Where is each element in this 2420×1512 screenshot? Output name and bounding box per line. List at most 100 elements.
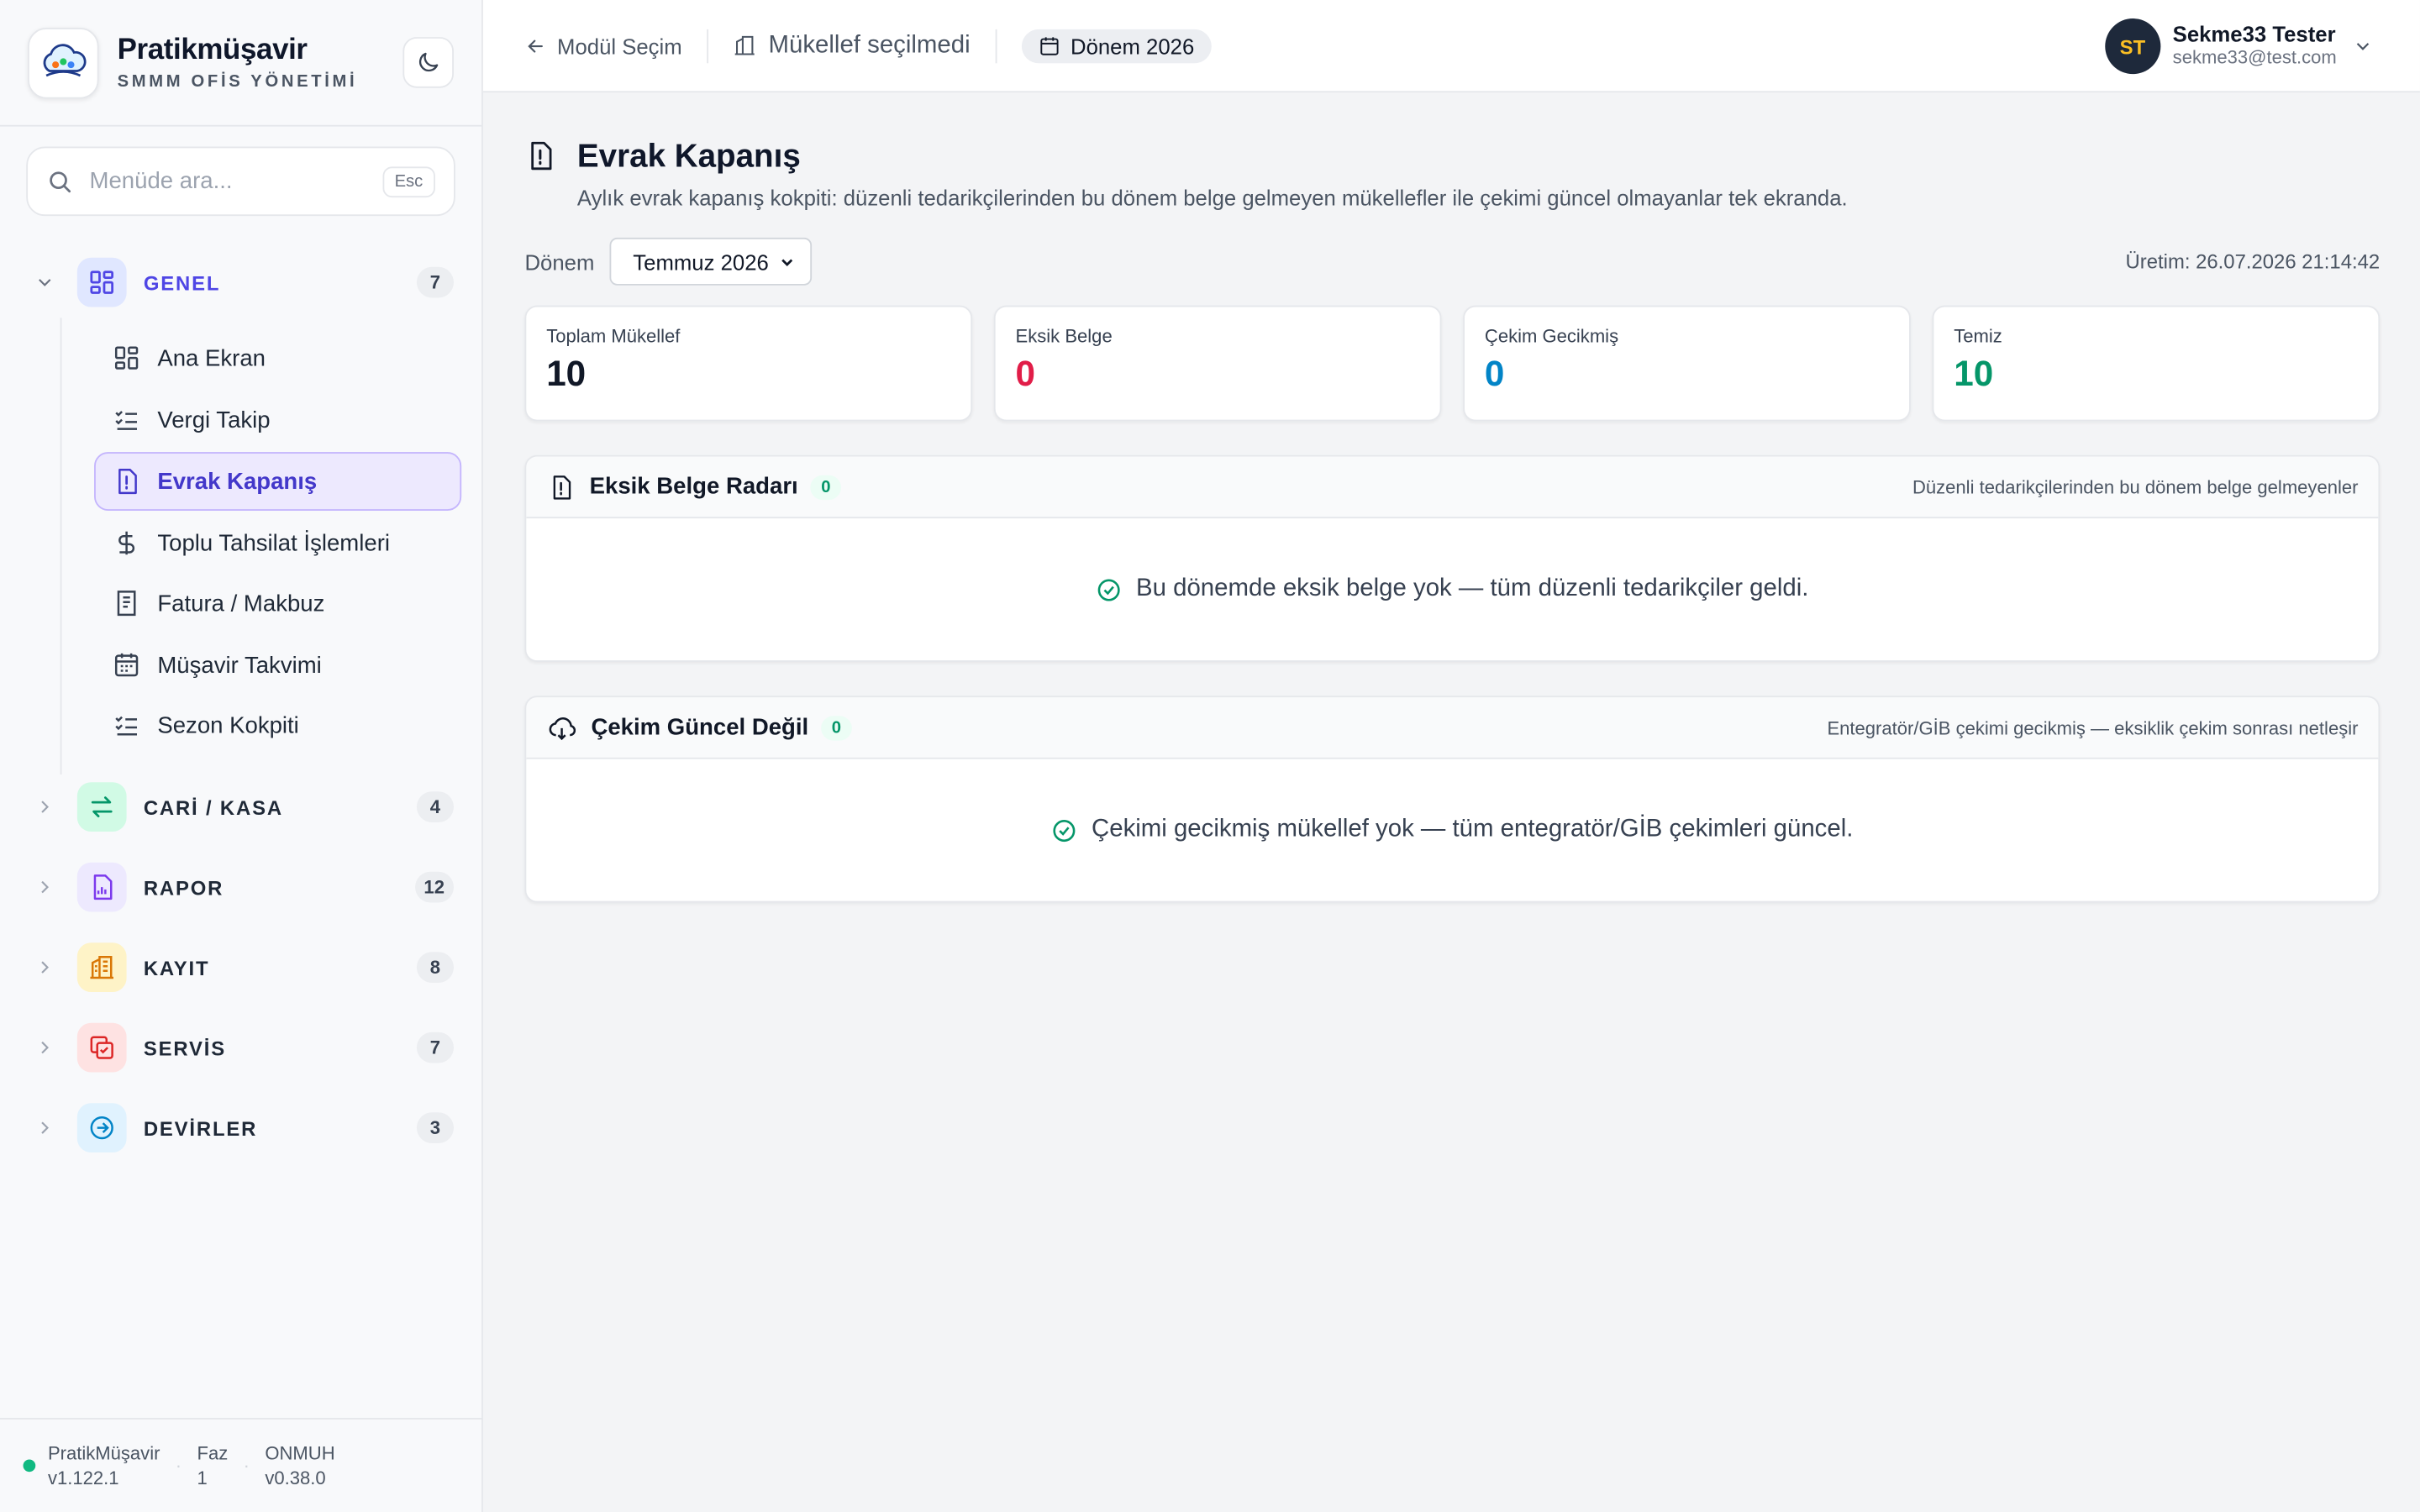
- period-select-value: Temmuz 2026: [633, 249, 769, 275]
- period-select[interactable]: Temmuz 2026: [609, 237, 813, 286]
- stat-card-missing: Eksik Belge 0: [993, 305, 1442, 422]
- sidebar-item-sezon-kokpiti[interactable]: Sezon Kokpiti: [94, 696, 461, 754]
- checklist-icon: [115, 411, 138, 430]
- sidebar-group-count: 7: [416, 1032, 454, 1063]
- sidebar-footer: PratikMüşavir v1.122.1 · Faz 1 · ONMUH v…: [0, 1417, 483, 1512]
- sidebar-group-label: SERVİS: [143, 1036, 226, 1059]
- panel-empty-state: Çekimi gecikmiş mükellef yok — tüm enteg…: [526, 759, 2378, 901]
- sidebar-group-count: 12: [414, 871, 454, 903]
- back-to-modules-link[interactable]: Modül Seçim: [524, 33, 682, 58]
- sidebar-item-label: Evrak Kapanış: [157, 468, 318, 495]
- panel-title: Çekim Güncel Değil: [591, 714, 809, 741]
- sidebar-item-fatura-makbuz[interactable]: Fatura / Makbuz: [94, 574, 461, 633]
- grid-icon: [114, 346, 139, 370]
- count-badge: 0: [810, 474, 842, 500]
- panel-note: Entegratör/GİB çekimi gecikmiş — eksikli…: [1827, 717, 2359, 738]
- sidebar-group-label: CARİ / KASA: [143, 795, 283, 819]
- pull-status-panel: Çekim Güncel Değil 0 Entegratör/GİB çeki…: [524, 696, 2381, 903]
- stat-value: 0: [1484, 353, 1505, 394]
- sidebar-group-genel[interactable]: GENEL 7: [28, 251, 454, 312]
- sidebar-item-label: Toplu Tahsilat İşlemleri: [157, 529, 390, 557]
- sidebar-group-rapor[interactable]: RAPOR 12: [28, 856, 454, 917]
- avatar: ST: [2104, 18, 2160, 75]
- chevron-right-icon: [41, 961, 49, 974]
- sidebar-item-label: Müşavir Takvimi: [157, 652, 322, 679]
- sidebar-group-count: 8: [416, 952, 454, 983]
- report-icon: [76, 862, 127, 912]
- stat-card-clean: Temiz 10: [1932, 305, 2381, 422]
- tree-line: [60, 318, 62, 775]
- sidebar-item-label: Fatura / Makbuz: [157, 590, 325, 617]
- sidebar-group-count: 3: [416, 1112, 454, 1143]
- period-filter-label: Dönem: [524, 249, 595, 275]
- calendar-icon: [114, 653, 139, 677]
- chevron-down-icon: [2356, 43, 2370, 50]
- panel-note: Düzenli tedarikçilerinden bu dönem belge…: [1912, 475, 2359, 498]
- file-alert-icon: [553, 475, 571, 499]
- sidebar-item-musavir-takvimi[interactable]: Müşavir Takvimi: [94, 636, 461, 695]
- count-badge: 0: [820, 715, 852, 740]
- stat-value: 10: [546, 353, 587, 394]
- stats-row: Toplam Mükellef 10 Eksik Belge 0 Çekim G…: [524, 305, 2381, 422]
- sidebar-item-label: Ana Ekran: [157, 344, 266, 371]
- stat-card-delayed: Çekim Gecikmiş 0: [1463, 305, 1911, 422]
- panel-empty-state: Bu dönemde eksik belge yok — tüm düzenli…: [526, 518, 2378, 660]
- calendar-icon: [1039, 36, 1058, 55]
- building-icon: [76, 942, 127, 992]
- brand-header: Pratikmüşavir SMMM OFİS YÖNETİMİ: [0, 0, 482, 127]
- phase-label: Faz: [197, 1442, 229, 1465]
- sidebar-item-ana-ekran[interactable]: Ana Ekran: [94, 328, 461, 387]
- cloud-people-icon: [43, 43, 87, 76]
- stat-title: Temiz: [1954, 325, 2002, 348]
- stat-title: Çekim Gecikmiş: [1484, 325, 1619, 348]
- sidebar-item-evrak-kapanis[interactable]: Evrak Kapanış: [94, 452, 462, 511]
- copy-check-icon: [76, 1022, 127, 1073]
- sidebar-group-cari-kasa[interactable]: CARİ / KASA 4: [28, 776, 454, 837]
- theme-toggle-button[interactable]: [402, 37, 454, 88]
- sidebar-group-count: 7: [416, 266, 454, 298]
- brand-logo[interactable]: [28, 27, 99, 98]
- app-version: v1.122.1: [47, 1467, 119, 1489]
- page-title: Evrak Kapanış: [576, 139, 801, 175]
- sidebar-item-label: Vergi Takip: [157, 406, 271, 433]
- user-menu[interactable]: ST Sekme33 Tester sekme33@test.com: [2104, 18, 2374, 75]
- sidebar: Pratikmüşavir SMMM OFİS YÖNETİMİ Menüde …: [0, 0, 483, 1512]
- page-content: Evrak Kapanış Aylık evrak kapanış kokpit…: [524, 92, 2381, 903]
- user-email: sekme33@test.com: [2172, 46, 2337, 68]
- period-pill[interactable]: Dönem 2026: [1021, 28, 1212, 63]
- stat-value: 10: [1954, 353, 1994, 394]
- chevron-right-icon: [41, 880, 49, 894]
- building-icon: [734, 35, 755, 55]
- sidebar-group-servis[interactable]: SERVİS 7: [28, 1016, 454, 1078]
- filter-row: Dönem Temmuz 2026 Üretim: 26.07.2026 21:…: [524, 237, 2381, 286]
- brand-title: Pratikmüşavir: [117, 34, 308, 66]
- menu-search-input[interactable]: Menüde ara... Esc: [26, 146, 455, 217]
- stat-card-total: Toplam Mükellef 10: [524, 305, 973, 422]
- taxpayer-selector[interactable]: Mükellef seçilmedi: [733, 32, 971, 60]
- chevron-right-icon: [41, 801, 49, 813]
- module-version: v0.38.0: [265, 1467, 326, 1489]
- file-alert-icon: [531, 141, 552, 171]
- panel-title: Eksik Belge Radarı: [589, 473, 798, 501]
- search-placeholder: Menüde ara...: [89, 168, 233, 195]
- sidebar-group-label: DEVİRLER: [143, 1116, 258, 1140]
- page-description: Aylık evrak kapanış kokpiti: düzenli ted…: [576, 185, 1848, 210]
- moon-icon: [418, 52, 439, 72]
- dollar-icon: [118, 531, 135, 555]
- status-dot: [23, 1459, 36, 1473]
- panel-header: Eksik Belge Radarı 0 Düzenli tedarikçile…: [526, 456, 2379, 519]
- panel-header: Çekim Güncel Değil 0 Entegratör/GİB çeki…: [526, 697, 2379, 759]
- sidebar-item-toplu-tahsilat[interactable]: Toplu Tahsilat İşlemleri: [94, 514, 461, 573]
- empty-message: Çekimi gecikmiş mükellef yok — tüm enteg…: [1092, 816, 1854, 843]
- sidebar-group-devirler[interactable]: DEVİRLER 3: [28, 1097, 454, 1158]
- phase-value: 1: [197, 1467, 208, 1489]
- esc-shortcut-badge: Esc: [381, 165, 435, 197]
- sidebar-group-kayit[interactable]: KAYIT 8: [28, 937, 454, 998]
- missing-docs-panel: Eksik Belge Radarı 0 Düzenli tedarikçile…: [524, 454, 2381, 662]
- stat-title: Eksik Belge: [1015, 325, 1113, 348]
- sidebar-item-vergi-takip[interactable]: Vergi Takip: [94, 391, 461, 449]
- module-name: ONMUH: [265, 1442, 335, 1465]
- app-name: PratikMüşavir: [47, 1442, 160, 1465]
- brand-subtitle: SMMM OFİS YÖNETİMİ: [117, 72, 358, 92]
- generated-timestamp: Üretim: 26.07.2026 21:14:42: [2125, 249, 2381, 274]
